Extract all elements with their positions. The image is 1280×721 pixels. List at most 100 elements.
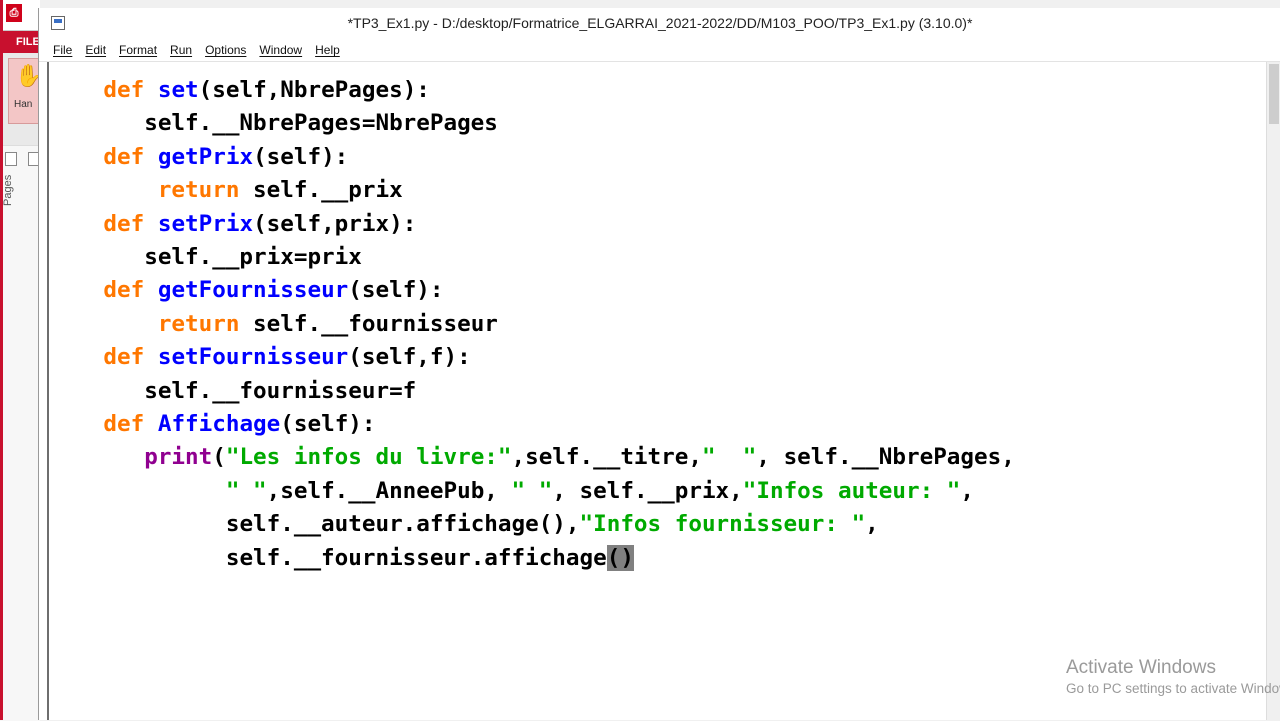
menu-options[interactable]: Options (205, 43, 246, 57)
code-token: ,self.__AnneePub, (266, 477, 512, 504)
menu-edit[interactable]: Edit (85, 43, 106, 57)
code-token: ( (212, 444, 226, 471)
code-line[interactable]: def setFournisseur(self,f): (49, 341, 471, 374)
code-token: self.__fournisseur=f (144, 377, 417, 404)
code-token: setFournisseur (157, 344, 349, 371)
code-line[interactable]: def getPrix(self): (49, 141, 348, 174)
selected-text: () (606, 544, 634, 571)
code-line[interactable]: def Affichage(self): (49, 408, 376, 441)
code-token: def (103, 210, 145, 237)
background-pdf-app: ⎙ FILE ✋ Han Pages (0, 0, 42, 721)
code-token: self.__NbrePages=NbrePages (144, 110, 498, 137)
menu-help[interactable]: Help (315, 43, 340, 57)
pages-panel-label[interactable]: Pages (2, 146, 14, 206)
app-border (0, 0, 3, 720)
code-token: " " (225, 477, 267, 504)
code-line[interactable]: print("Les infos du livre:",self.__titre… (49, 441, 1015, 474)
code-token: def (103, 143, 145, 170)
code-editor[interactable]: def set(self,NbrePages): self.__NbrePage… (47, 62, 1267, 720)
code-token: getFournisseur (157, 277, 349, 304)
code-line[interactable]: self.__NbrePages=NbrePages (49, 107, 498, 140)
menu-format[interactable]: Format (119, 43, 157, 57)
menu-run[interactable]: Run (170, 43, 192, 57)
code-token: "Les infos du livre:" (225, 444, 512, 471)
code-token: , (960, 477, 975, 504)
code-token: self.__auteur.affichage(), (225, 511, 580, 538)
code-line[interactable]: self.__auteur.affichage(),"Infos fournis… (49, 508, 879, 541)
code-line[interactable]: def getFournisseur(self): (49, 274, 444, 307)
pages-panel: Pages (0, 145, 40, 721)
code-line[interactable]: self.__fournisseur=f (49, 375, 416, 408)
file-tab[interactable]: FILE (0, 31, 40, 53)
watermark-title: Activate Windows (1066, 657, 1216, 678)
code-token: self.__prix (239, 177, 403, 204)
code-token: (self): (348, 277, 444, 304)
code-token: setPrix (157, 210, 254, 237)
code-token: def (103, 77, 145, 103)
code-token: def (103, 411, 145, 437)
code-line[interactable]: def setPrix(self,prix): (49, 208, 416, 241)
window-title: *TP3_Ex1.py - D:/desktop/Formatrice_ELGA… (347, 15, 973, 31)
code-token: (self,f): (348, 344, 471, 371)
code-token: ,self.__titre, (511, 444, 702, 471)
menu-bar: File Edit Format Run Options Window Help (39, 39, 1280, 62)
code-token: (self): (280, 411, 376, 437)
code-token: set (157, 77, 199, 103)
code-token: "Infos auteur: " (742, 477, 961, 504)
code-line[interactable]: self.__prix=prix (49, 241, 362, 274)
code-token: def (103, 277, 145, 304)
code-token: self.__prix=prix (144, 244, 362, 270)
code-token: self.__fournisseur (239, 310, 498, 337)
code-token: , (865, 511, 879, 538)
idle-editor-window: *TP3_Ex1.py - D:/desktop/Formatrice_ELGA… (38, 8, 1280, 720)
code-line[interactable]: def set(self,NbrePages): (49, 74, 430, 107)
title-bar[interactable]: *TP3_Ex1.py - D:/desktop/Formatrice_ELGA… (39, 8, 1280, 38)
hand-tool-label: Han (14, 99, 33, 110)
activation-watermark: Activate Windows Go to PC settings to ac… (1066, 657, 1280, 696)
code-token: getPrix (157, 143, 254, 170)
code-token: (self,prix): (253, 210, 417, 237)
code-token: return (157, 177, 240, 204)
code-line[interactable]: " ",self.__AnneePub, " ", self.__prix,"I… (49, 475, 974, 508)
code-token: Affichage (157, 411, 281, 437)
vertical-scrollbar[interactable] (1266, 62, 1280, 720)
code-line[interactable]: self.__fournisseur.affichage() (49, 542, 634, 575)
code-line[interactable]: return self.__prix (49, 174, 403, 207)
pdf-app-toolbar: ⎙ (0, 0, 40, 31)
menu-window[interactable]: Window (259, 43, 302, 57)
hand-tool-button[interactable]: ✋ Han (8, 58, 42, 124)
menu-file[interactable]: File (53, 43, 72, 57)
code-token: def (103, 344, 145, 371)
code-line[interactable]: return self.__fournisseur (49, 308, 498, 341)
scrollbar-thumb[interactable] (1269, 64, 1279, 124)
code-token: self.__fournisseur.affichage (225, 544, 607, 571)
code-token: " " (511, 477, 553, 504)
code-token: (self,NbrePages): (198, 77, 430, 103)
watermark-subtitle: Go to PC settings to activate Windows. (1066, 681, 1280, 696)
code-token: , self.__prix, (552, 477, 743, 504)
code-token: print (144, 444, 213, 471)
code-token: (self): (253, 143, 349, 170)
pdf-app-logo-icon: ⎙ (6, 4, 22, 22)
code-token: , self.__NbrePages, (756, 444, 1015, 471)
